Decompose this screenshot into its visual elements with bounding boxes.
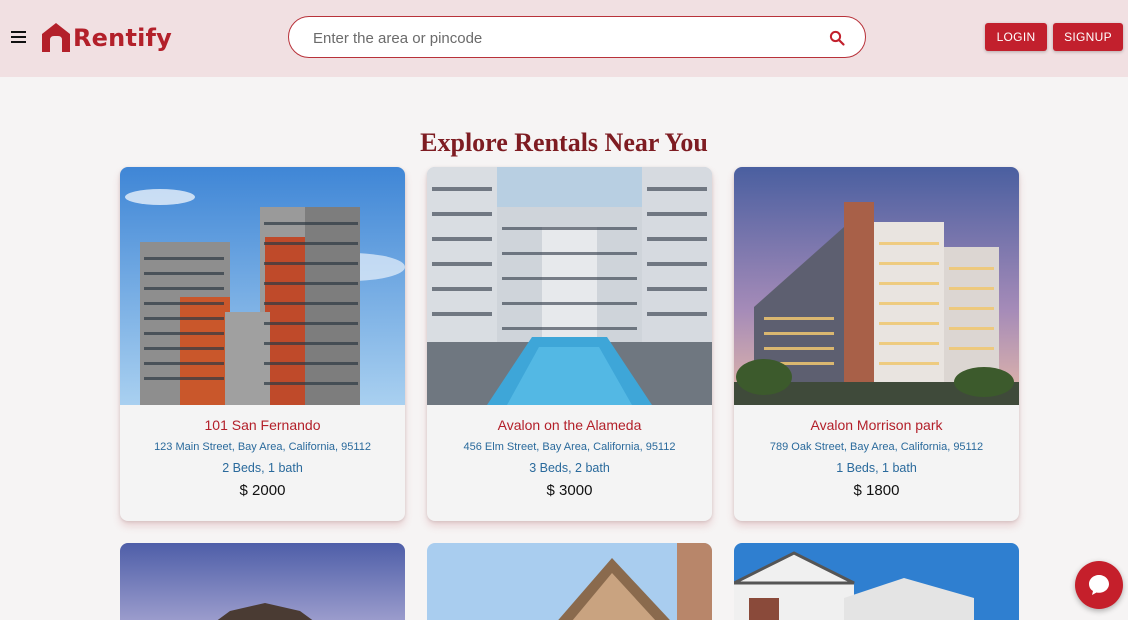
listing-card[interactable]: Avalon on the Alameda 456 Elm Street, Ba… (427, 167, 712, 521)
chat-button[interactable] (1075, 561, 1123, 609)
listing-price: $ 3000 (546, 482, 593, 499)
page-title: Explore Rentals Near You (420, 128, 708, 157)
listing-card[interactable]: 101 San Fernando 123 Main Street, Bay Ar… (120, 167, 405, 521)
listing-photo (427, 543, 712, 620)
top-navbar: Rentify LOGIN SIGNUP (0, 0, 1128, 77)
brand-name: Rentify (73, 24, 173, 52)
listing-address: 456 Elm Street, Bay Area, California, 95… (463, 441, 676, 453)
listing-address: 789 Oak Street, Bay Area, California, 95… (769, 441, 984, 453)
house-logo-icon (42, 23, 70, 52)
signup-button[interactable]: SIGNUP (1053, 23, 1123, 51)
listing-card[interactable]: Avalon Morrison park 789 Oak Street, Bay… (734, 167, 1019, 521)
listing-photo (120, 543, 405, 620)
listing-rooms: 2 Beds, 1 bath (222, 461, 303, 475)
listing-name: Avalon Morrison park (810, 417, 943, 433)
listing-card[interactable] (734, 543, 1019, 620)
listing-address: 123 Main Street, Bay Area, California, 9… (154, 441, 371, 453)
listing-rooms: 1 Beds, 1 bath (836, 461, 917, 475)
listing-price: $ 2000 (239, 482, 286, 499)
search-bar (288, 16, 866, 58)
listing-name: Avalon on the Alameda (497, 417, 642, 433)
listing-name: 101 San Fernando (204, 417, 321, 433)
listing-card[interactable] (120, 543, 405, 620)
menu-icon[interactable] (11, 28, 27, 46)
search-input[interactable] (313, 27, 813, 49)
chat-bubble-icon (1089, 575, 1109, 595)
listing-photo (427, 167, 712, 405)
search-icon[interactable] (829, 30, 846, 47)
listing-price: $ 1800 (853, 482, 900, 499)
listing-photo (120, 167, 405, 405)
login-button[interactable]: LOGIN (985, 23, 1047, 51)
listing-rooms: 3 Beds, 2 bath (529, 461, 610, 475)
listing-card[interactable] (427, 543, 712, 620)
listing-photo (734, 543, 1019, 620)
listing-photo (734, 167, 1019, 405)
brand-logo[interactable]: Rentify (40, 17, 172, 53)
